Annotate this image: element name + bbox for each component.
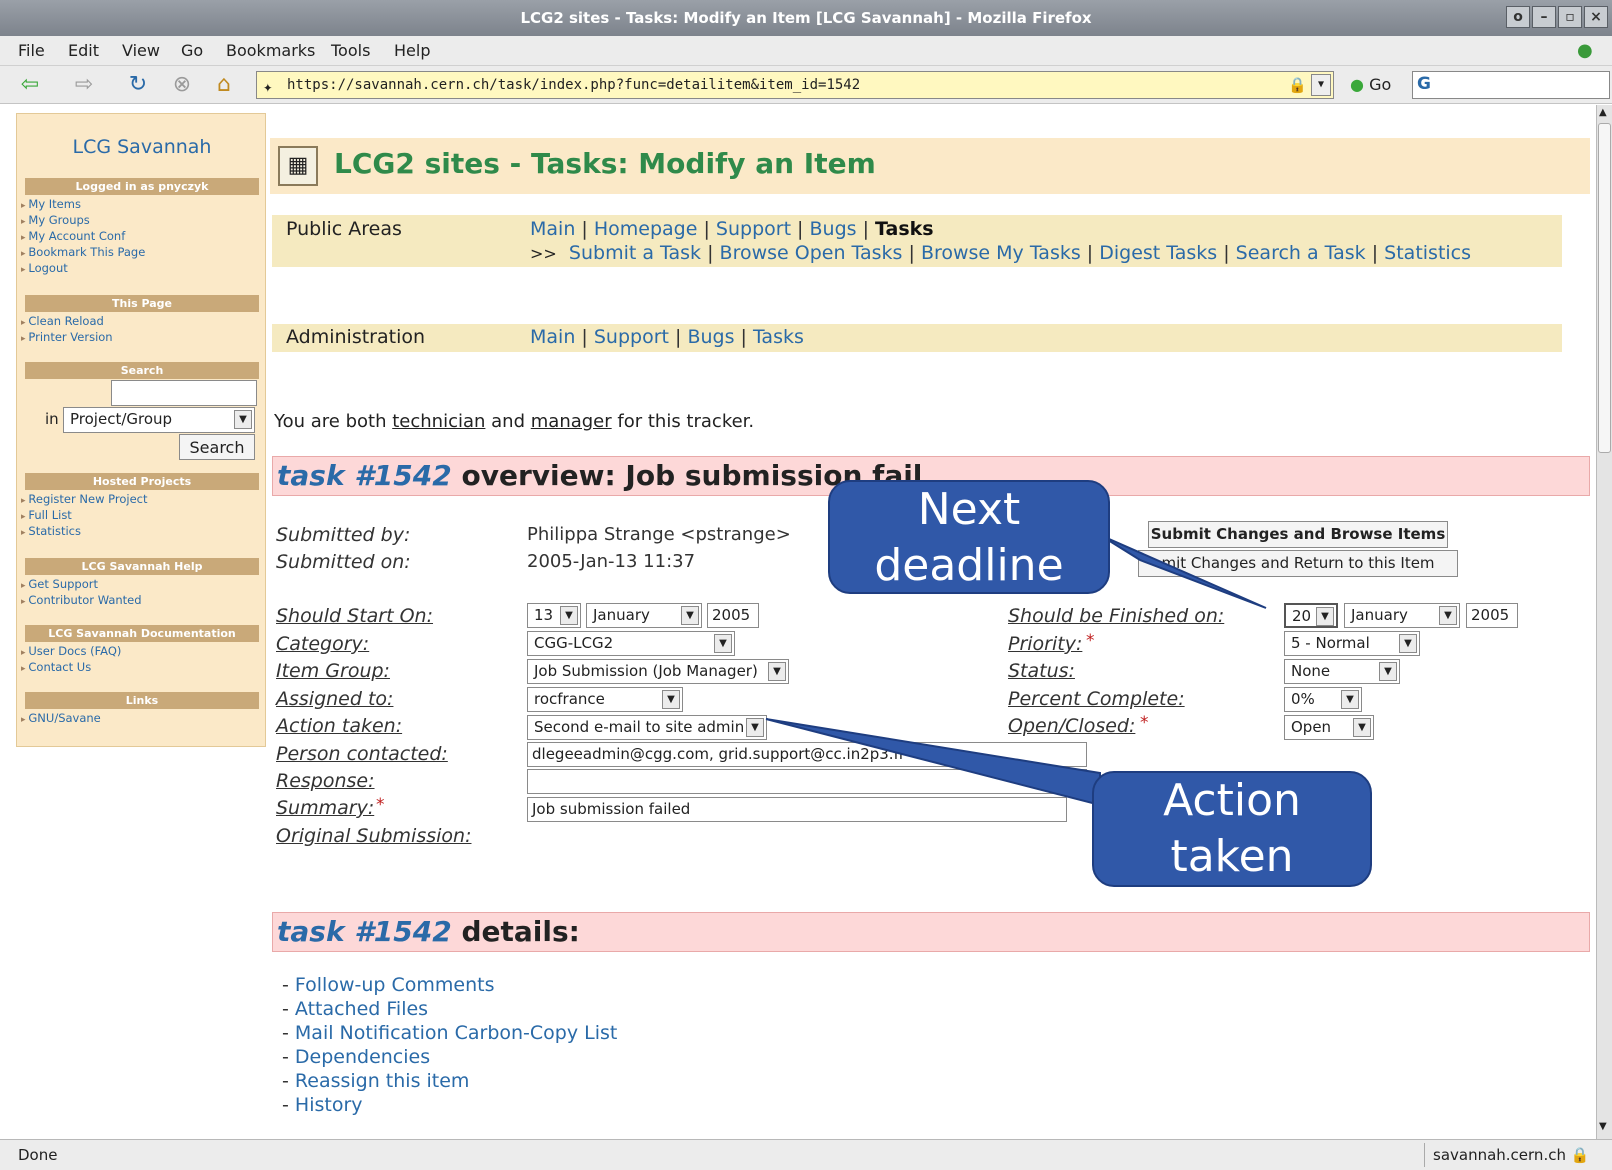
url-dropdown-icon[interactable]: ▼ [1311, 74, 1331, 96]
forward-icon[interactable]: ⇨ [70, 72, 98, 98]
reload-icon[interactable]: ↻ [124, 72, 152, 98]
menu-file[interactable]: File [18, 41, 45, 60]
url-text: https://savannah.cern.ch/task/index.php?… [287, 77, 861, 93]
window-title-bar: LCG2 sites - Tasks: Modify an Item [LCG … [0, 0, 1612, 36]
stop-icon[interactable]: ⊗ [168, 72, 196, 98]
callout-pointers [765, 534, 1267, 807]
window-menu-icon[interactable]: o [1506, 6, 1530, 28]
go-icon: ● [1350, 75, 1364, 94]
minimize-icon[interactable]: – [1532, 6, 1556, 28]
scroll-down-icon[interactable]: ▼ [1599, 1121, 1607, 1132]
status-bar: Done savannah.cern.ch 🔒 [0, 1139, 1612, 1170]
lock-icon: 🔒 [1288, 76, 1307, 94]
site-favicon-icon: ✦ [263, 77, 273, 96]
callout-next-deadline: Next deadline [828, 480, 1110, 594]
action-pointer [765, 718, 1101, 807]
throbber-icon: ● [1577, 40, 1593, 61]
search-engine-icon: G [1417, 74, 1431, 94]
menu-bookmarks[interactable]: Bookmarks [226, 41, 315, 60]
url-bar[interactable]: ✦ https://savannah.cern.ch/task/index.ph… [256, 71, 1334, 99]
window-title: LCG2 sites - Tasks: Modify an Item [LCG … [520, 9, 1092, 27]
callout-action-taken: Action taken [1092, 771, 1372, 887]
menu-edit[interactable]: Edit [68, 41, 99, 60]
menu-go[interactable]: Go [181, 41, 203, 60]
close-icon[interactable]: × [1584, 6, 1608, 28]
menu-bar: File Edit View Go Bookmarks Tools Help ● [0, 36, 1612, 66]
menu-tools[interactable]: Tools [331, 41, 370, 60]
menu-view[interactable]: View [122, 41, 160, 60]
deadline-pointer [1099, 534, 1267, 609]
page-content: LCG Savannah Logged in as pnyczyk My Ite… [0, 105, 1596, 1139]
status-text: Done [18, 1146, 58, 1164]
home-icon[interactable]: ⌂ [210, 72, 238, 98]
scrollbar-thumb[interactable] [1598, 123, 1611, 453]
go-button[interactable]: ● Go [1350, 75, 1391, 94]
maximize-icon[interactable]: ▫ [1558, 6, 1582, 28]
vertical-scrollbar[interactable]: ▲ ▼ [1596, 105, 1612, 1139]
web-search-input[interactable]: G [1412, 71, 1610, 99]
scroll-up-icon[interactable]: ▲ [1599, 107, 1607, 118]
secure-lock-icon: 🔒 [1570, 1146, 1590, 1164]
menu-help[interactable]: Help [394, 41, 430, 60]
navigation-toolbar: ⇦ ⇨ ↻ ⊗ ⌂ ✦ https://savannah.cern.ch/tas… [0, 66, 1612, 104]
status-host: savannah.cern.ch 🔒 [1424, 1143, 1594, 1167]
back-icon[interactable]: ⇦ [16, 72, 44, 98]
